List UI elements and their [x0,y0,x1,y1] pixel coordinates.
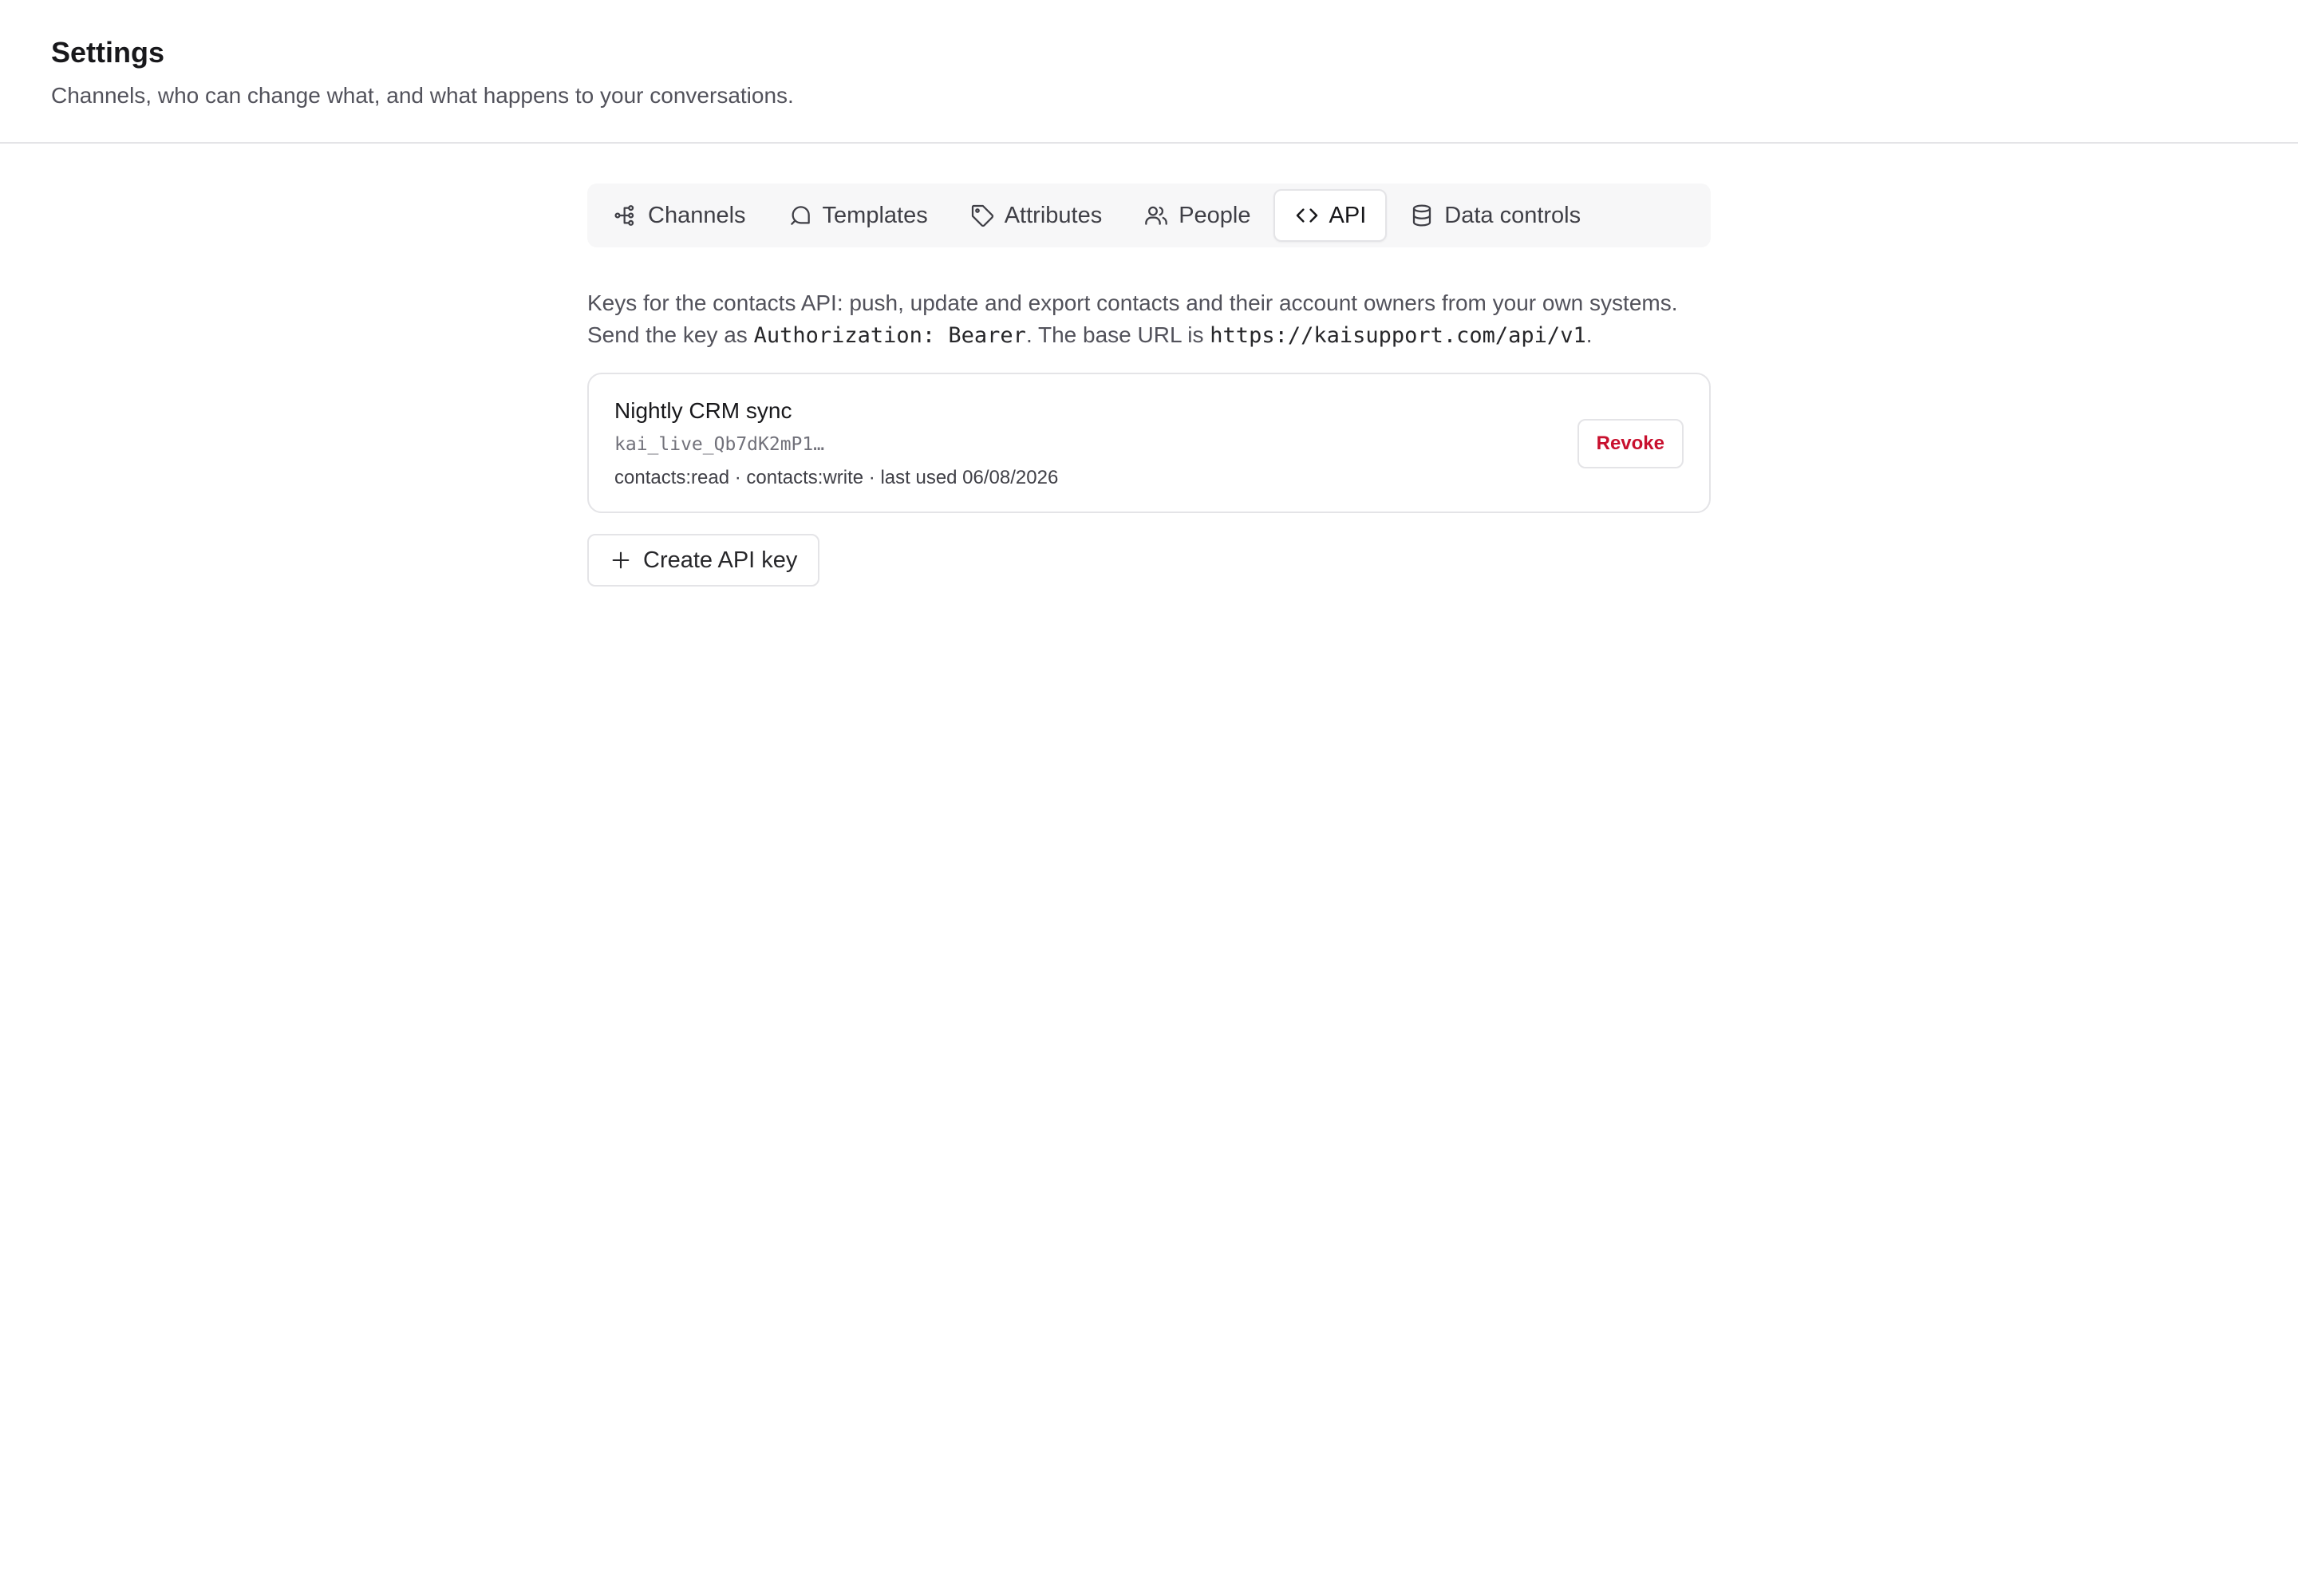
plus-icon [610,549,632,571]
tab-data-controls[interactable]: Data controls [1390,189,1600,242]
templates-icon [788,203,813,228]
description-text: . The base URL is [1025,322,1210,347]
tab-label: Channels [648,202,746,228]
tab-label: Data controls [1444,202,1581,228]
settings-content: Channels Templates Attributes People API… [587,184,1711,587]
tab-label: API [1329,202,1367,228]
database-icon [1409,203,1435,228]
api-key-meta: contacts:read · contacts:write · last us… [614,467,1059,488]
base-url-code: https://kaisupport.com/api/v1 [1210,323,1586,348]
description-text: . [1585,322,1593,347]
tab-label: Attributes [1004,202,1103,228]
tab-label: Templates [822,202,928,228]
tab-channels[interactable]: Channels [594,189,765,242]
tab-label: People [1179,202,1251,228]
api-key-card: Nightly CRM sync kai_live_Qb7dK2mP1… con… [587,373,1711,513]
people-icon [1143,203,1169,228]
tab-people[interactable]: People [1124,189,1269,242]
channels-icon [613,203,638,228]
create-api-key-button[interactable]: Create API key [587,534,820,587]
page-header: Settings Channels, who can change what, … [0,0,2298,144]
create-api-key-label: Create API key [643,547,798,573]
page-subtitle: Channels, who can change what, and what … [51,83,794,108]
revoke-button[interactable]: Revoke [1577,419,1684,468]
api-key-name: Nightly CRM sync [614,398,792,423]
api-description: Keys for the contacts API: push, update … [587,287,1711,352]
auth-header-code: Authorization: Bearer [753,323,1026,348]
tab-api[interactable]: API [1273,189,1388,242]
page-title: Settings [51,36,165,69]
tag-icon [969,203,995,228]
settings-tabs: Channels Templates Attributes People API… [587,184,1711,247]
code-icon [1294,203,1320,228]
tab-templates[interactable]: Templates [768,189,947,242]
tab-attributes[interactable]: Attributes [950,189,1122,242]
api-key-prefix: kai_live_Qb7dK2mP1… [614,434,825,455]
